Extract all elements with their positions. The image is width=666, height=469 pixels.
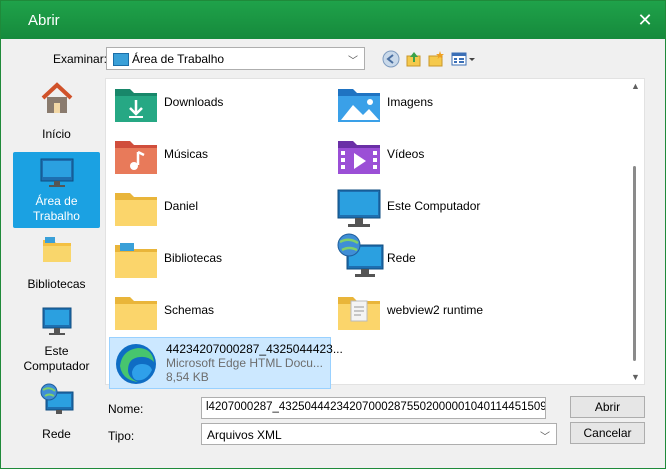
cancel-button[interactable]: Cancelar: [570, 422, 645, 444]
list-item[interactable]: Downloads: [106, 79, 326, 127]
network-icon: [40, 383, 73, 414]
file-list[interactable]: Downloads Imagens Músicas Vídeos Daniel …: [105, 78, 645, 389]
desktop-icon: [40, 158, 73, 187]
place-label: Início: [42, 127, 71, 141]
chevron-down-icon: ﹀: [348, 56, 358, 67]
scroll-up-icon[interactable]: ▲: [631, 81, 640, 91]
close-icon[interactable]: ✕: [635, 10, 655, 30]
music-folder-icon: [115, 141, 157, 174]
lookin-value: Área de Trabalho: [132, 52, 225, 66]
place-network[interactable]: Rede: [13, 383, 100, 445]
place-libraries[interactable]: Bibliotecas: [13, 236, 100, 296]
place-label: Este Computador: [23, 344, 90, 373]
item-type: Microsoft Edge HTML Docu...: [166, 356, 323, 370]
list-item[interactable]: Imagens: [329, 79, 549, 127]
list-item[interactable]: Rede: [329, 233, 549, 283]
open-file-dialog: Abrir ✕ Examinar: Área de Trabalho ﹀ Iní…: [0, 0, 666, 469]
filetype-label: Tipo:: [108, 429, 135, 443]
folder-icon: [115, 297, 157, 330]
title-bar: Abrir ✕: [1, 1, 665, 39]
folder-icon: [338, 297, 380, 330]
list-item[interactable]: Bibliotecas: [106, 235, 326, 283]
user-folder-icon: [115, 193, 157, 226]
edge-icon: [116, 344, 156, 384]
list-item[interactable]: Músicas: [106, 131, 326, 179]
item-name: Bibliotecas: [164, 251, 223, 265]
scrollbar-thumb[interactable]: [633, 166, 636, 361]
vertical-scrollbar[interactable]: ▲ ▼: [627, 79, 644, 384]
up-folder-icon[interactable]: [405, 50, 423, 68]
place-label: Área de Trabalho: [33, 194, 80, 223]
item-name: Vídeos: [387, 147, 425, 161]
place-label: Rede: [42, 427, 71, 441]
home-icon: [41, 82, 72, 113]
computer-icon: [42, 307, 71, 335]
filetype-combo[interactable]: Arquivos XML ﹀: [201, 423, 557, 445]
item-name: Imagens: [387, 95, 434, 109]
item-name: Downloads: [164, 95, 224, 109]
view-menu-icon[interactable]: [451, 50, 477, 68]
item-size: 8,54 KB: [166, 370, 209, 384]
open-button[interactable]: Abrir: [570, 396, 645, 418]
new-folder-icon[interactable]: [427, 50, 445, 68]
list-item[interactable]: webview2 runtime: [329, 287, 549, 335]
libraries-icon: [115, 243, 157, 278]
videos-folder-icon: [338, 141, 380, 174]
libraries-icon: [42, 237, 71, 262]
item-name: Daniel: [164, 199, 199, 213]
scroll-down-icon[interactable]: ▼: [631, 372, 640, 382]
window-title: Abrir: [28, 12, 60, 29]
lookin-combo[interactable]: Área de Trabalho ﹀: [106, 47, 365, 70]
filename-label: Nome:: [108, 402, 144, 416]
list-item-selected[interactable]: 44234207000287_4325044423... Microsoft E…: [109, 337, 343, 389]
item-name: Schemas: [164, 303, 215, 317]
item-name: Rede: [387, 251, 416, 265]
item-name: webview2 runtime: [387, 303, 484, 317]
list-item[interactable]: Vídeos: [329, 131, 549, 179]
back-icon[interactable]: [382, 50, 400, 68]
place-label: Bibliotecas: [27, 277, 86, 291]
filename-input[interactable]: l4207000287_4325044423420700028755020000…: [201, 397, 546, 419]
downloads-folder-icon: [115, 89, 157, 122]
network-icon: [337, 233, 384, 277]
desktop-icon: [113, 53, 129, 66]
pictures-folder-icon: [338, 89, 380, 122]
list-item[interactable]: Daniel: [106, 183, 326, 231]
lookin-label: Examinar:: [53, 52, 108, 66]
filetype-value: Arquivos XML: [207, 428, 282, 442]
item-name: 44234207000287_4325044423...: [166, 342, 343, 356]
item-name: Este Computador: [387, 199, 481, 213]
list-item[interactable]: Este Computador: [329, 183, 549, 231]
place-desktop[interactable]: Área de Trabalho: [13, 152, 100, 228]
computer-icon: [337, 189, 381, 227]
chevron-down-icon: ﹀: [540, 432, 550, 443]
place-computer[interactable]: Este Computador: [13, 307, 100, 379]
item-name: Músicas: [164, 147, 209, 161]
places-bar: Início Área de Trabalho Bibliotecas Este…: [9, 78, 103, 461]
list-item[interactable]: Schemas: [106, 287, 326, 335]
place-home[interactable]: Início: [13, 81, 100, 145]
